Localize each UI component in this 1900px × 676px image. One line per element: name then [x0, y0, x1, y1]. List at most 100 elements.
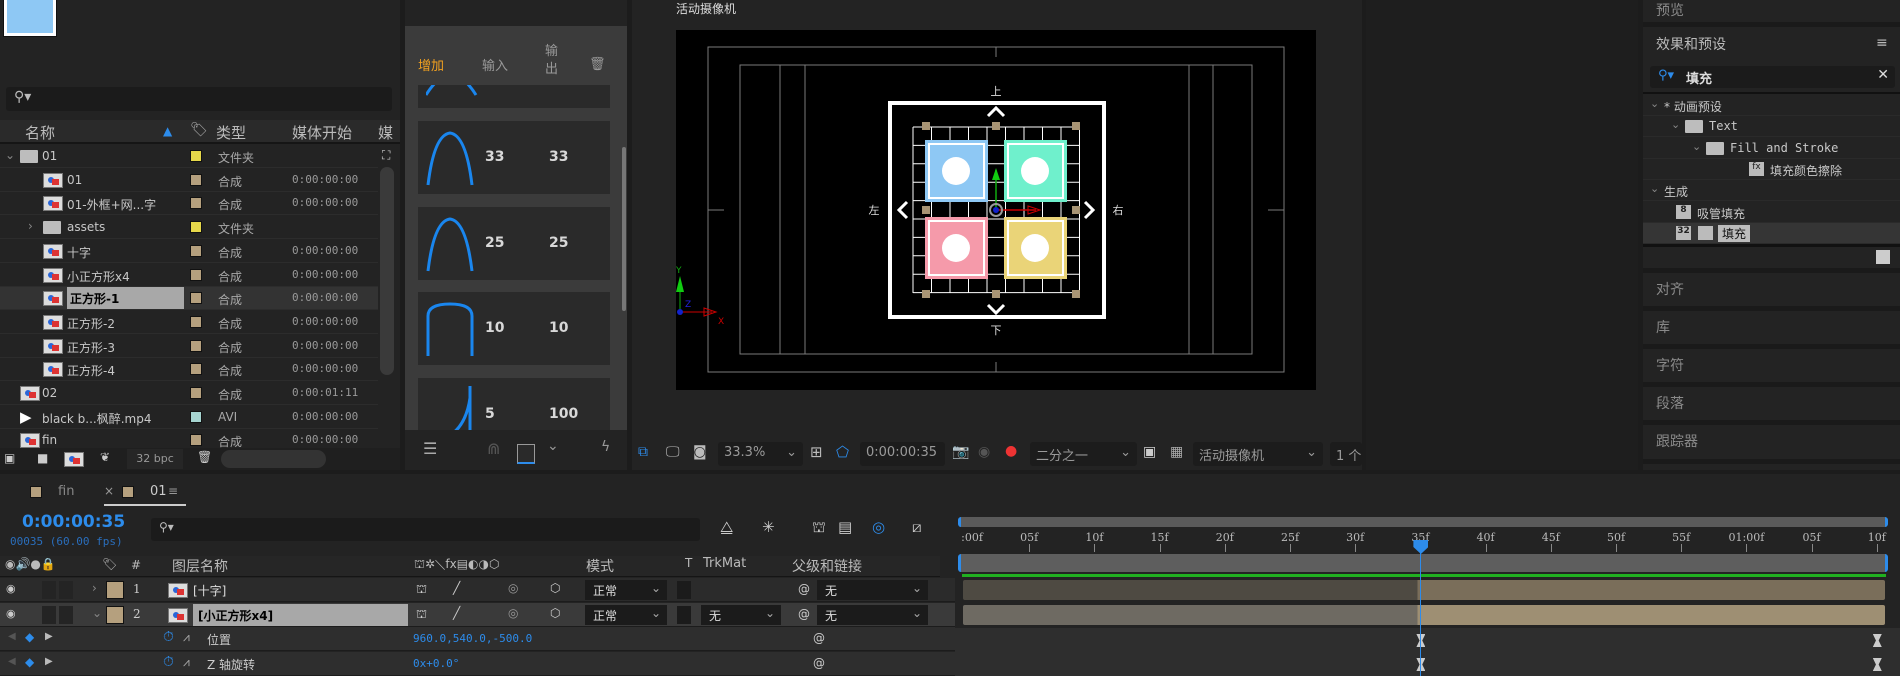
- panel-tab[interactable]: 跟踪器: [1656, 431, 1698, 451]
- column-layer-name[interactable]: 图层名称: [172, 556, 228, 576]
- prev-keyframe-icon[interactable]: ◀: [8, 656, 16, 667]
- preview-panel-tab[interactable]: 预览: [1656, 0, 1684, 20]
- shy-switch-icon[interactable]: ⛫: [416, 607, 427, 623]
- bpc-button[interactable]: 32 bpc: [127, 449, 183, 469]
- zoom-dropdown[interactable]: 33.3% ⌄: [718, 442, 803, 466]
- project-item[interactable]: › assets 文件夹: [0, 216, 378, 240]
- label-color-swatch[interactable]: [190, 387, 202, 399]
- 3d-layer-switch-icon[interactable]: ⬡: [550, 581, 560, 595]
- project-item[interactable]: 01-外框+网...字 合成 0:00:00:00: [0, 192, 378, 216]
- motion-blur-icon[interactable]: ◎: [872, 518, 885, 536]
- views-dropdown[interactable]: 1 个: [1330, 442, 1362, 466]
- motion-blur-switch-icon[interactable]: ◎: [508, 606, 518, 620]
- ease-preset-partial[interactable]: [418, 85, 610, 108]
- parent-dropdown[interactable]: 无 ⌄: [817, 580, 928, 600]
- vr-icon[interactable]: ◙: [693, 444, 707, 460]
- parent-dropdown[interactable]: 无 ⌄: [817, 604, 928, 625]
- camera-dropdown[interactable]: 活动摄像机 ⌄: [1193, 442, 1323, 466]
- label-color-swatch[interactable]: [190, 292, 202, 305]
- clear-search-icon[interactable]: ✕: [1877, 67, 1889, 83]
- region-of-interest-icon[interactable]: ▣: [1143, 444, 1156, 460]
- chevron-down-icon[interactable]: ⌄: [5, 148, 15, 162]
- graph-icon[interactable]: ⩘: [183, 630, 190, 645]
- chevron-right-icon[interactable]: ›: [28, 219, 33, 233]
- ease-preset-card[interactable]: 33 33: [418, 121, 610, 194]
- ease-preset-card[interactable]: 25 25: [418, 206, 610, 280]
- next-keyframe-icon[interactable]: ▶: [45, 656, 53, 667]
- column-media-start[interactable]: 媒体开始: [292, 122, 352, 143]
- visibility-eye-icon[interactable]: ◉: [6, 607, 16, 620]
- prev-keyframe-icon[interactable]: ◀: [8, 631, 16, 642]
- label-color-swatch[interactable]: [190, 150, 202, 162]
- expression-pick-whip-icon[interactable]: @: [813, 656, 825, 670]
- next-keyframe-icon[interactable]: ▶: [45, 631, 53, 642]
- layer-name[interactable]: [小正方形x4]: [193, 603, 408, 626]
- label-color-swatch[interactable]: [190, 315, 202, 328]
- project-item[interactable]: 小正方形x4 合成 0:00:00:00: [0, 264, 378, 287]
- project-item[interactable]: 01 合成 0:00:00:00: [0, 169, 378, 192]
- quality-switch-icon[interactable]: ╱: [453, 581, 460, 595]
- layer-name[interactable]: [十字]: [193, 582, 226, 599]
- tab-add[interactable]: 增加: [418, 55, 444, 74]
- panel-tab[interactable]: 对齐: [1656, 279, 1684, 299]
- channels-icon[interactable]: ●: [1005, 443, 1017, 459]
- project-item[interactable]: 02 合成 0:00:01:11: [0, 382, 378, 405]
- ease-curve-icon[interactable]: ⋒: [487, 439, 500, 458]
- track-matte-dropdown[interactable]: 无 ⌄: [701, 604, 781, 625]
- 3d-layer-switch-icon[interactable]: ⬡: [550, 606, 560, 620]
- column-parent[interactable]: 父级和链接: [792, 556, 862, 576]
- add-keyframe-icon[interactable]: ◆: [25, 630, 34, 644]
- label-color-swatch[interactable]: [190, 244, 202, 257]
- add-keyframe-icon[interactable]: ◆: [25, 655, 34, 669]
- label-color-swatch[interactable]: [190, 221, 202, 234]
- new-item-icon[interactable]: [1876, 250, 1890, 264]
- frame-blending-icon[interactable]: ▤: [838, 518, 852, 536]
- label-color-swatch[interactable]: [190, 363, 202, 376]
- shy-switch-icon[interactable]: ⛫: [416, 582, 427, 598]
- current-time-display[interactable]: 0:00:00:35: [22, 512, 125, 532]
- label-color-swatch[interactable]: [106, 581, 124, 599]
- graph-editor-icon[interactable]: ⧄: [912, 518, 922, 536]
- expression-pick-whip-icon[interactable]: @: [813, 631, 825, 645]
- chevron-down-icon[interactable]: ⌄: [1692, 140, 1701, 153]
- project-item[interactable]: 正方形-1 合成 0:00:00:00: [0, 287, 378, 311]
- project-h-scrollbar[interactable]: [221, 450, 326, 468]
- column-name[interactable]: 名称: [25, 122, 55, 143]
- flowchart-icon[interactable]: ⛶: [382, 148, 390, 163]
- layer-bar-2[interactable]: [963, 605, 1885, 625]
- delete-icon[interactable]: 🗑: [197, 450, 212, 464]
- new-composition-icon[interactable]: [64, 452, 84, 467]
- effects-search-input[interactable]: ⚲▾ 填充 ✕: [1650, 66, 1895, 88]
- work-area-bar[interactable]: [958, 554, 1888, 572]
- chevron-down-icon[interactable]: ⌄: [1650, 182, 1659, 195]
- layer-bar-1[interactable]: [963, 580, 1885, 600]
- blend-mode-dropdown[interactable]: 正常 ⌄: [585, 580, 667, 600]
- chevron-down-icon[interactable]: ⌄: [92, 606, 102, 620]
- panel-tab[interactable]: 库: [1656, 317, 1670, 337]
- render-icon[interactable]: ❦: [100, 450, 110, 464]
- pick-whip-icon[interactable]: @: [798, 607, 810, 621]
- stopwatch-icon[interactable]: ⏱: [163, 654, 174, 670]
- blend-mode-dropdown[interactable]: 正常 ⌄: [585, 604, 667, 625]
- chevron-down-icon[interactable]: ⌄: [1650, 97, 1659, 110]
- timeline-tab[interactable]: 01: [150, 484, 167, 499]
- playhead[interactable]: [1413, 540, 1429, 676]
- label-color-swatch[interactable]: [190, 197, 202, 210]
- label-color-swatch[interactable]: [190, 434, 202, 447]
- motion-blur-switch-icon[interactable]: ◎: [508, 581, 518, 595]
- ease-preset-card[interactable]: 5 100: [418, 377, 610, 432]
- project-scrollbar[interactable]: [380, 167, 394, 375]
- panel-menu-icon[interactable]: ≡: [1876, 35, 1888, 51]
- show-snapshot-icon[interactable]: ◉: [978, 444, 990, 460]
- quality-switch-icon[interactable]: ╱: [453, 606, 460, 620]
- layer-row[interactable]: [0, 578, 955, 602]
- close-tab-icon[interactable]: ×: [104, 484, 114, 498]
- sort-ascending-icon[interactable]: ▲: [163, 124, 172, 138]
- effects-presets-title[interactable]: 效果和预设: [1656, 34, 1726, 54]
- label-color-swatch[interactable]: [106, 605, 124, 624]
- new-folder-icon[interactable]: ■: [37, 451, 48, 465]
- property-value[interactable]: 960.0,540.0,-500.0: [413, 632, 532, 645]
- monitor-icon[interactable]: 🖵: [666, 444, 680, 460]
- tab-in[interactable]: 输入: [482, 55, 508, 74]
- column-media-more[interactable]: 媒: [378, 122, 393, 143]
